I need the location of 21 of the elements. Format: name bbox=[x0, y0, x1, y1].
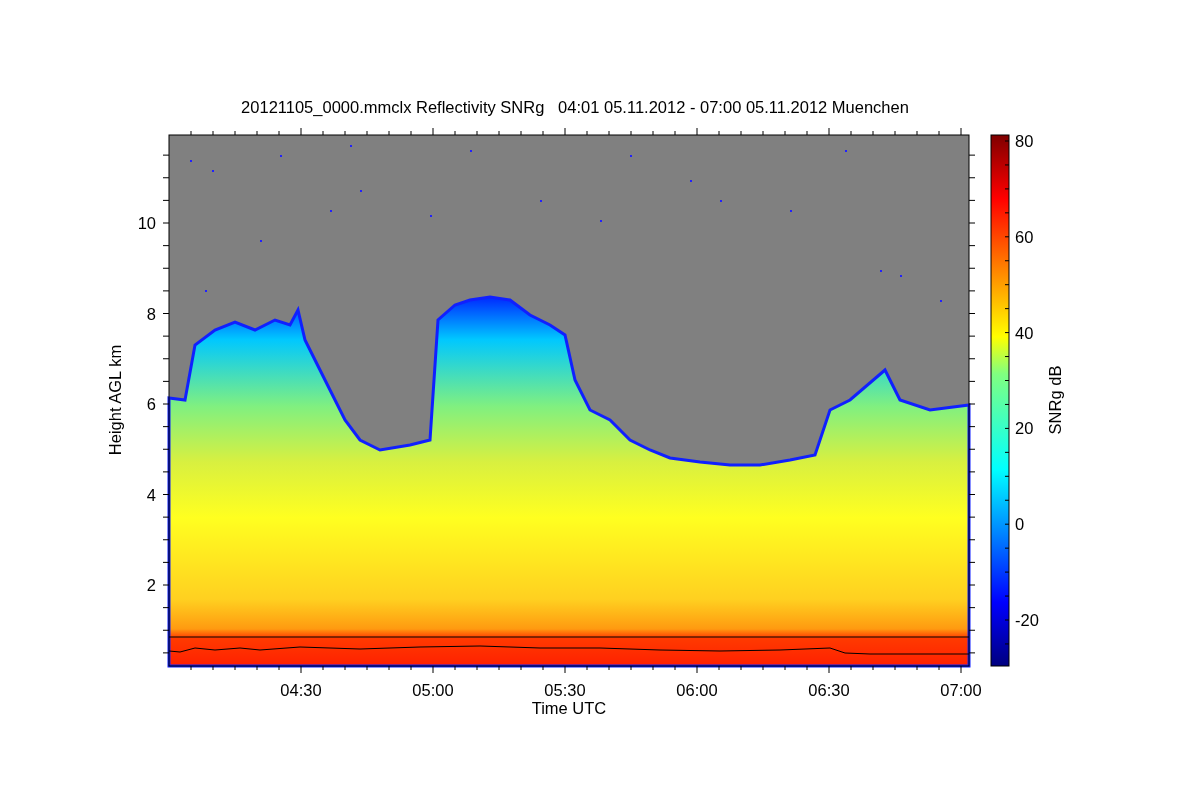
colorbar-tick-label: 0 bbox=[1015, 515, 1025, 534]
y-axis-title: Height AGL km bbox=[106, 344, 124, 456]
x-tick-label: 06:30 bbox=[808, 681, 850, 699]
x-tick-label: 07:00 bbox=[940, 681, 982, 699]
y-tick-label: 6 bbox=[146, 395, 156, 413]
colorbar-tick-label: -20 bbox=[1015, 611, 1039, 629]
x-tick-label: 05:30 bbox=[544, 681, 586, 699]
colorbar-tick-label: 40 bbox=[1015, 323, 1034, 342]
colorbar-title: SNRg dB bbox=[1046, 365, 1064, 435]
y-tick-label: 2 bbox=[146, 576, 156, 594]
x-axis-title: Time UTC bbox=[531, 699, 607, 717]
x-tick-label: 06:00 bbox=[676, 681, 718, 699]
colorbar-tick-label: 80 bbox=[1015, 132, 1034, 150]
y-tick-label: 8 bbox=[146, 304, 156, 323]
x-tick-label: 04:30 bbox=[280, 681, 322, 699]
x-tick-label: 05:00 bbox=[412, 681, 454, 699]
y-tick-label: 10 bbox=[137, 214, 156, 232]
y-tick-label: 4 bbox=[146, 485, 156, 504]
colorbar-tick-label: 20 bbox=[1015, 419, 1034, 438]
plot-title: 20121105_0000.mmclx Reflectivity SNRg 04:01 05.11.2012 - 07:00 05.11.2012 Muenchen bbox=[241, 98, 909, 116]
colorbar-tick-label: 60 bbox=[1015, 227, 1034, 246]
